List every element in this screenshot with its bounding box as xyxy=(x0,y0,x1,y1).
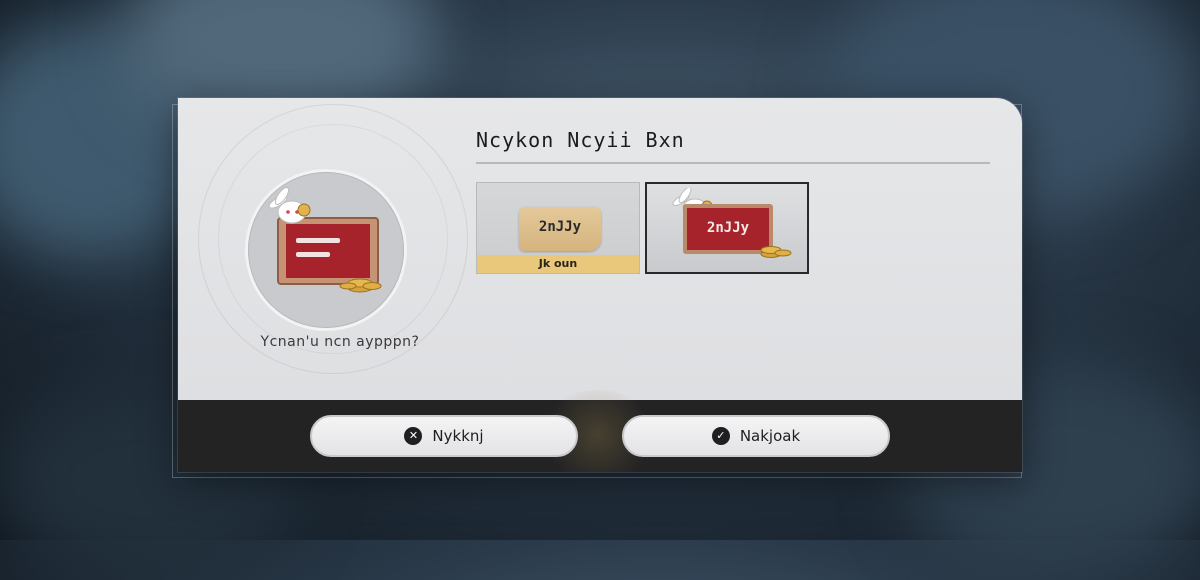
title-divider xyxy=(476,162,990,164)
option-tile-2-selected[interactable]: 2nJJy xyxy=(645,182,809,274)
close-icon: ✕ xyxy=(404,427,423,445)
dialog-panel: Ycnan'u ncn aypppn? Ncykon Ncyii Bxn 2nJ… xyxy=(178,98,1022,472)
confirm-button-label: Nakjoak xyxy=(739,427,801,445)
confirm-button[interactable]: ✓ Nakjoak xyxy=(622,415,890,457)
option-1-card-label: 2nJJy xyxy=(519,207,601,251)
dialog-title: Ncykon Ncyii Bxn xyxy=(476,128,685,152)
cancel-button[interactable]: ✕ Nykknj xyxy=(310,415,578,457)
option-1-strip-label: Jk oun xyxy=(477,255,639,273)
coins-icon xyxy=(760,246,792,258)
button-bar: ✕ Nykknj ✓ Nakjoak xyxy=(178,390,1022,472)
confirm-prompt: Ycnan'u ncn aypppn? xyxy=(260,334,420,350)
item-preview-circle xyxy=(248,172,404,328)
cancel-button-label: Nykknj xyxy=(432,427,484,445)
check-icon: ✓ xyxy=(711,427,730,445)
red-envelope-icon xyxy=(268,186,382,293)
option-tile-1[interactable]: 2nJJy Jk oun xyxy=(476,182,640,274)
